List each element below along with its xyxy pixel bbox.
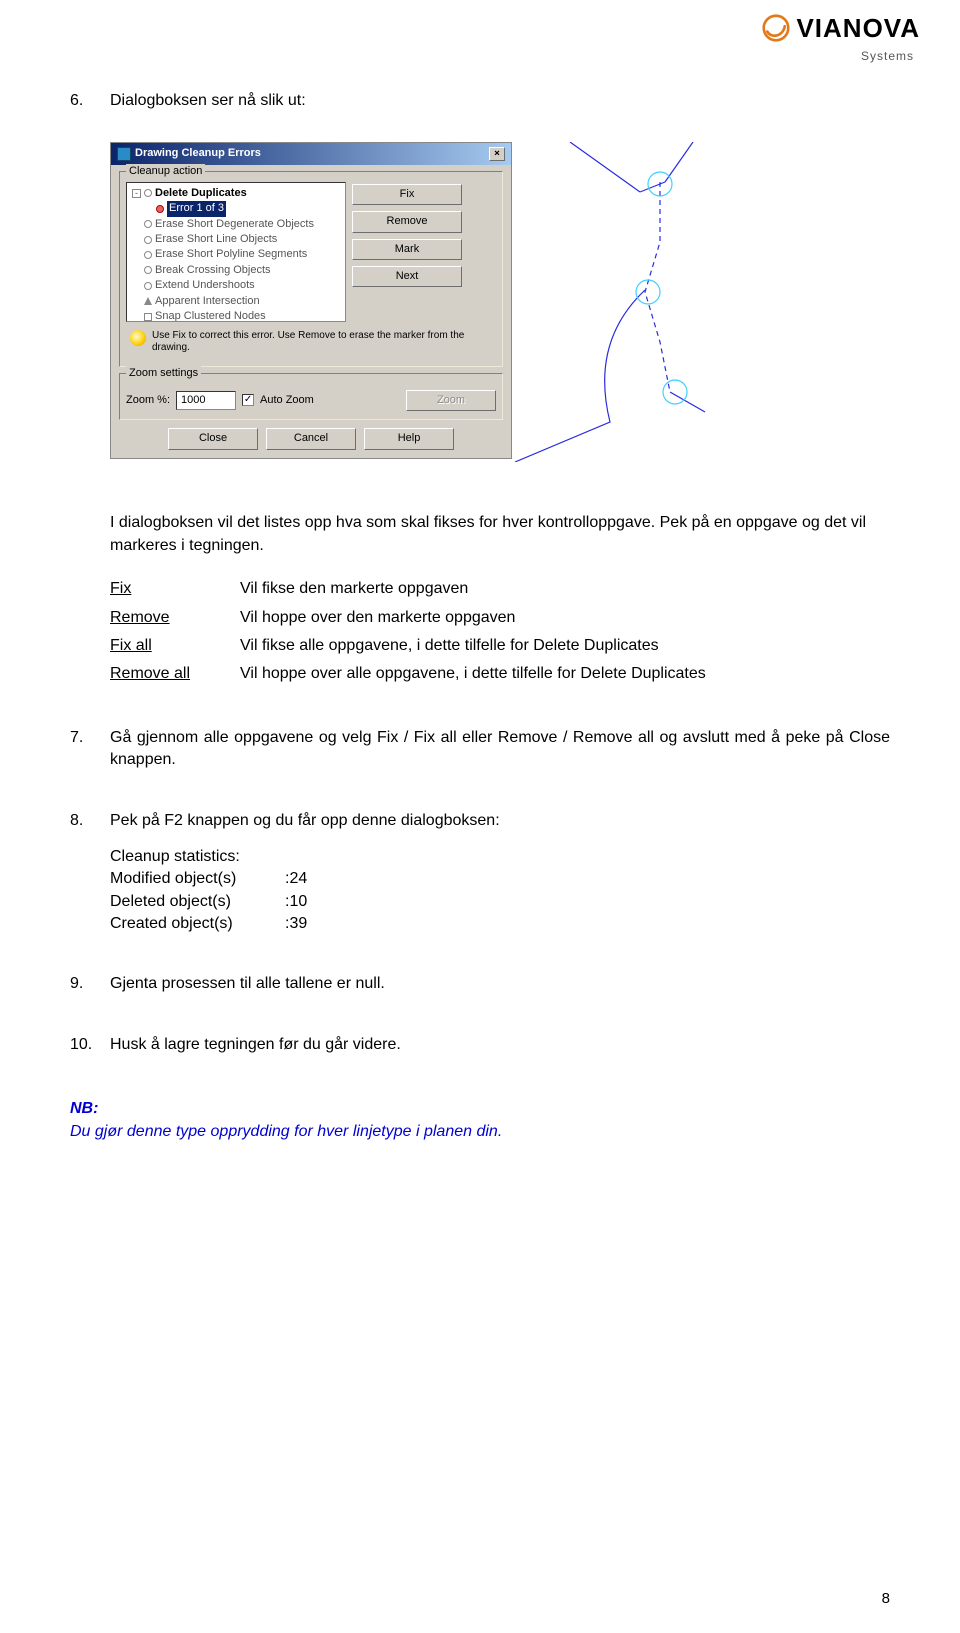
zoom-button[interactable]: Zoom — [406, 390, 496, 411]
section-6-number: 6. — [70, 90, 110, 112]
step-10-text: Husk å lagre tegningen før du går videre… — [110, 1034, 890, 1056]
step-9-number: 9. — [70, 973, 110, 995]
close-icon[interactable]: × — [489, 147, 505, 161]
step-7-text: Gå gjennom alle oppgavene og velg Fix / … — [110, 727, 890, 772]
zoom-input[interactable]: 1000 — [176, 391, 236, 410]
mark-button[interactable]: Mark — [352, 239, 462, 260]
step-7-number: 7. — [70, 727, 110, 772]
zoom-settings-label: Zoom settings — [126, 366, 201, 381]
page-number: 8 — [882, 1588, 890, 1609]
vianova-logo: VIANOVA Systems — [762, 10, 920, 65]
step-8-number: 8. — [70, 810, 110, 832]
cleanup-statistics: Cleanup statistics: Modified object(s):2… — [70, 846, 890, 936]
step-9-text: Gjenta prosessen til alle tallene er nul… — [110, 973, 890, 995]
logo-sub: Systems — [762, 48, 914, 65]
lightbulb-icon — [130, 330, 146, 346]
drawing-preview — [510, 142, 750, 462]
zoom-pct-label: Zoom %: — [126, 393, 170, 408]
section-6-text: Dialogboksen ser nå slik ut: — [110, 90, 890, 112]
close-button[interactable]: Close — [168, 428, 258, 449]
cancel-button[interactable]: Cancel — [266, 428, 356, 449]
dialog-title: Drawing Cleanup Errors — [135, 146, 261, 161]
next-button[interactable]: Next — [352, 266, 462, 287]
button-definitions: FixVil fikse den markerte oppgaven Remov… — [110, 575, 706, 689]
auto-zoom-checkbox[interactable]: ✓ — [242, 394, 254, 406]
remove-button[interactable]: Remove — [352, 211, 462, 232]
hint-text: Use Fix to correct this error. Use Remov… — [152, 330, 494, 354]
swirl-icon — [762, 14, 790, 42]
cleanup-action-label: Cleanup action — [126, 164, 205, 179]
help-button[interactable]: Help — [364, 428, 454, 449]
drawing-cleanup-errors-dialog: Drawing Cleanup Errors × Cleanup action … — [110, 142, 512, 458]
app-icon — [117, 147, 131, 161]
step-10-number: 10. — [70, 1034, 110, 1056]
nb-note: NB: Du gjør denne type opprydding for hv… — [70, 1098, 890, 1143]
fix-button[interactable]: Fix — [352, 184, 462, 205]
logo-text: VIANOVA — [796, 10, 920, 46]
cleanup-tree[interactable]: -Delete Duplicates Error 1 of 3 Erase Sh… — [126, 182, 346, 322]
auto-zoom-label: Auto Zoom — [260, 393, 314, 408]
dialog-description: I dialogboksen vil det listes opp hva so… — [70, 512, 890, 557]
step-8-text: Pek på F2 knappen og du får opp denne di… — [110, 810, 890, 832]
